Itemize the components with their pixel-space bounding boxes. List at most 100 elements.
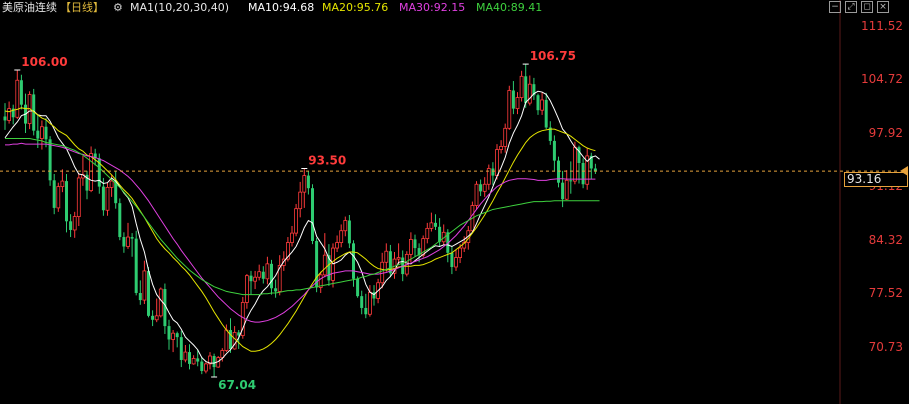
candle-body bbox=[315, 240, 319, 288]
candle-body bbox=[384, 250, 389, 263]
y-tick-label: 77.52 bbox=[868, 286, 903, 301]
candle-body bbox=[261, 271, 265, 279]
candle-body bbox=[270, 263, 273, 289]
candle-body bbox=[434, 222, 437, 227]
period-label[interactable]: 【日线】 bbox=[60, 0, 104, 16]
candle-body bbox=[408, 239, 413, 255]
y-tick-label: 70.73 bbox=[868, 339, 903, 354]
candle-body bbox=[200, 361, 204, 371]
candle-body bbox=[536, 95, 540, 111]
extreme-label: 93.50 bbox=[308, 153, 346, 167]
candle-body bbox=[302, 175, 307, 193]
candle-body bbox=[179, 337, 183, 360]
candle-body bbox=[105, 187, 110, 211]
candle-body bbox=[118, 203, 122, 238]
candle-body bbox=[339, 230, 344, 243]
candle-body bbox=[253, 276, 258, 282]
candle-body bbox=[491, 168, 495, 176]
candle-body bbox=[458, 247, 463, 258]
candle-body bbox=[196, 358, 200, 362]
candle-body bbox=[265, 263, 270, 280]
candle-body bbox=[290, 232, 294, 243]
candle-body bbox=[356, 278, 360, 297]
ma40-value: MA40:89.41 bbox=[476, 1, 543, 14]
indicator-label[interactable]: MA1(10,20,30,40) bbox=[130, 0, 229, 16]
candle-body bbox=[511, 90, 515, 109]
candle-body bbox=[147, 270, 150, 316]
chart-header: 美原油连续 【日线】 ⚙ MA1(10,20,30,40) MA10:94.68… bbox=[0, 0, 909, 16]
candle bbox=[158, 287, 163, 318]
candle bbox=[315, 237, 319, 293]
candle-body bbox=[134, 238, 138, 293]
close-icon[interactable]: × bbox=[877, 1, 889, 13]
candle-body bbox=[142, 270, 147, 301]
current-price-box: 93.16 bbox=[844, 172, 908, 188]
candle-body bbox=[479, 184, 483, 192]
candle bbox=[311, 184, 314, 245]
candle bbox=[27, 91, 32, 130]
candle-body bbox=[454, 257, 458, 268]
candle-body bbox=[44, 126, 48, 140]
minimize-icon[interactable]: − bbox=[829, 1, 841, 13]
candle-body bbox=[450, 252, 454, 267]
extreme-label: 106.00 bbox=[21, 55, 67, 69]
candle-body bbox=[126, 236, 130, 247]
candle bbox=[118, 198, 122, 241]
candle-body bbox=[130, 237, 134, 239]
y-tick-label: 97.92 bbox=[868, 125, 903, 140]
candle-body bbox=[396, 257, 401, 260]
candle-body bbox=[72, 216, 77, 231]
candle-body bbox=[109, 180, 114, 188]
candle bbox=[507, 85, 512, 130]
candle-body bbox=[564, 179, 569, 200]
candle-body bbox=[212, 356, 216, 368]
candle-body bbox=[540, 99, 544, 111]
restore-icon[interactable]: ◻ bbox=[861, 1, 873, 13]
candle bbox=[356, 276, 360, 298]
extreme-label: 67.04 bbox=[218, 378, 256, 392]
candle-body bbox=[581, 162, 585, 185]
candle-body bbox=[569, 180, 573, 182]
expand-icon[interactable]: ⤢ bbox=[845, 1, 857, 13]
candle-body bbox=[524, 76, 528, 104]
candle-body bbox=[544, 99, 548, 128]
candle-body bbox=[15, 79, 20, 118]
ma20-value: MA20:95.76 bbox=[322, 1, 389, 14]
extreme-label: 106.75 bbox=[530, 49, 576, 63]
candle-body bbox=[515, 97, 520, 110]
candle-body bbox=[335, 242, 340, 249]
instrument-title: 美原油连续 bbox=[2, 1, 57, 14]
candle bbox=[56, 182, 61, 212]
candle-body bbox=[158, 288, 163, 317]
candle-body bbox=[154, 315, 159, 321]
candle-body bbox=[573, 146, 577, 182]
candle-body bbox=[306, 175, 310, 189]
candle-body bbox=[438, 226, 442, 242]
candle bbox=[294, 203, 299, 237]
candle-body bbox=[138, 292, 142, 301]
candle-body bbox=[413, 239, 417, 249]
candle-body bbox=[552, 140, 556, 161]
candle bbox=[474, 181, 479, 210]
candle-body bbox=[52, 180, 56, 208]
candle-body bbox=[183, 351, 188, 361]
current-price-value: 93.16 bbox=[847, 172, 882, 187]
candle-body bbox=[249, 275, 253, 282]
candle-body bbox=[56, 186, 61, 209]
candle-body bbox=[203, 363, 208, 372]
candle-body bbox=[474, 183, 479, 206]
candle-body bbox=[429, 222, 434, 229]
candle-body bbox=[191, 357, 196, 365]
candle-body bbox=[122, 237, 126, 247]
candle-body bbox=[36, 130, 40, 139]
candle-body bbox=[40, 126, 44, 139]
candle-body bbox=[188, 352, 191, 364]
candlestick-chart: 106.00 93.50 106.75 67.04 bbox=[0, 0, 909, 404]
candle-body bbox=[89, 153, 93, 191]
candle-body bbox=[175, 333, 179, 338]
settings-icon[interactable]: ⚙ bbox=[113, 0, 123, 16]
candle-body bbox=[257, 271, 262, 278]
candle bbox=[134, 230, 138, 296]
candle-body bbox=[274, 288, 278, 292]
candle-body bbox=[298, 191, 303, 210]
